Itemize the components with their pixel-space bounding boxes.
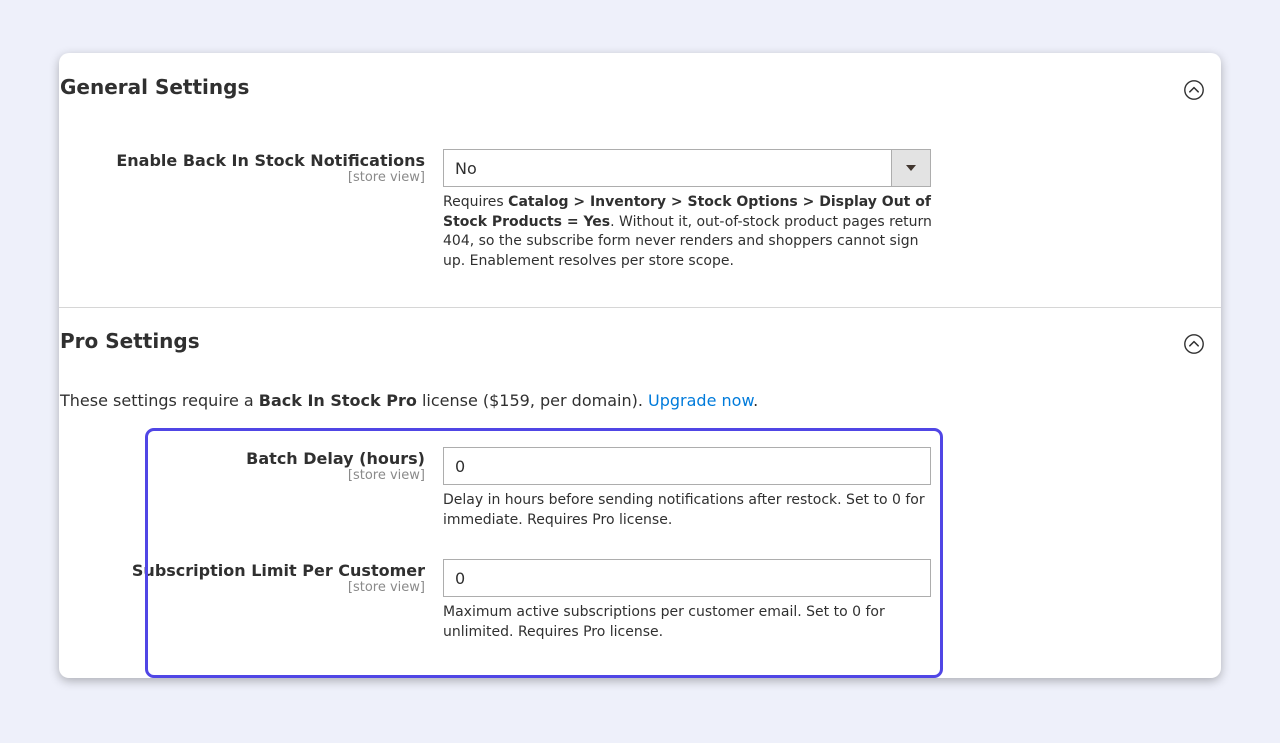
scope-label: [store view] <box>347 580 425 595</box>
pro-license-intro: These settings require a Back In Stock P… <box>60 391 758 410</box>
enable-notifications-label: Enable Back In Stock Notifications [stor… <box>116 151 425 186</box>
enable-notifications-note: Requires Catalog > Inventory > Stock Opt… <box>443 193 933 271</box>
note-text: Requires <box>443 194 509 210</box>
config-panel: General Settings Enable Back In Stock No… <box>59 53 1221 678</box>
batch-delay-input[interactable] <box>443 447 931 485</box>
chevron-up-circle-icon[interactable] <box>1184 334 1204 354</box>
subscription-limit-label: Subscription Limit Per Customer [store v… <box>132 561 425 596</box>
batch-delay-note: Delay in hours before sending notificati… <box>443 492 925 528</box>
subscription-limit-input[interactable] <box>443 559 931 597</box>
caret-down-icon <box>906 165 916 171</box>
section-divider <box>59 307 1221 308</box>
intro-text: These settings require a <box>60 391 259 410</box>
field-label-text: Batch Delay (hours) <box>246 449 425 468</box>
scope-label: [store view] <box>347 468 425 483</box>
upgrade-now-link[interactable]: Upgrade now <box>648 391 753 410</box>
chevron-up-circle-icon[interactable] <box>1184 80 1204 100</box>
enable-notifications-select[interactable]: No <box>443 149 931 187</box>
intro-bold-text: Back In Stock Pro <box>258 391 417 410</box>
batch-delay-label: Batch Delay (hours) [store view] <box>246 449 425 484</box>
field-label-text: Enable Back In Stock Notifications <box>116 151 425 170</box>
select-value: No <box>455 159 477 178</box>
subscription-limit-note: Maximum active subscriptions per custome… <box>443 604 885 640</box>
intro-text: license ($159, per domain). <box>416 391 649 410</box>
scope-label: [store view] <box>347 170 425 185</box>
general-settings-title[interactable]: General Settings <box>60 75 249 99</box>
field-label-text: Subscription Limit Per Customer <box>131 561 425 580</box>
intro-text: . <box>753 391 759 410</box>
pro-settings-title[interactable]: Pro Settings <box>60 329 200 353</box>
dropdown-toggle[interactable] <box>891 150 930 186</box>
